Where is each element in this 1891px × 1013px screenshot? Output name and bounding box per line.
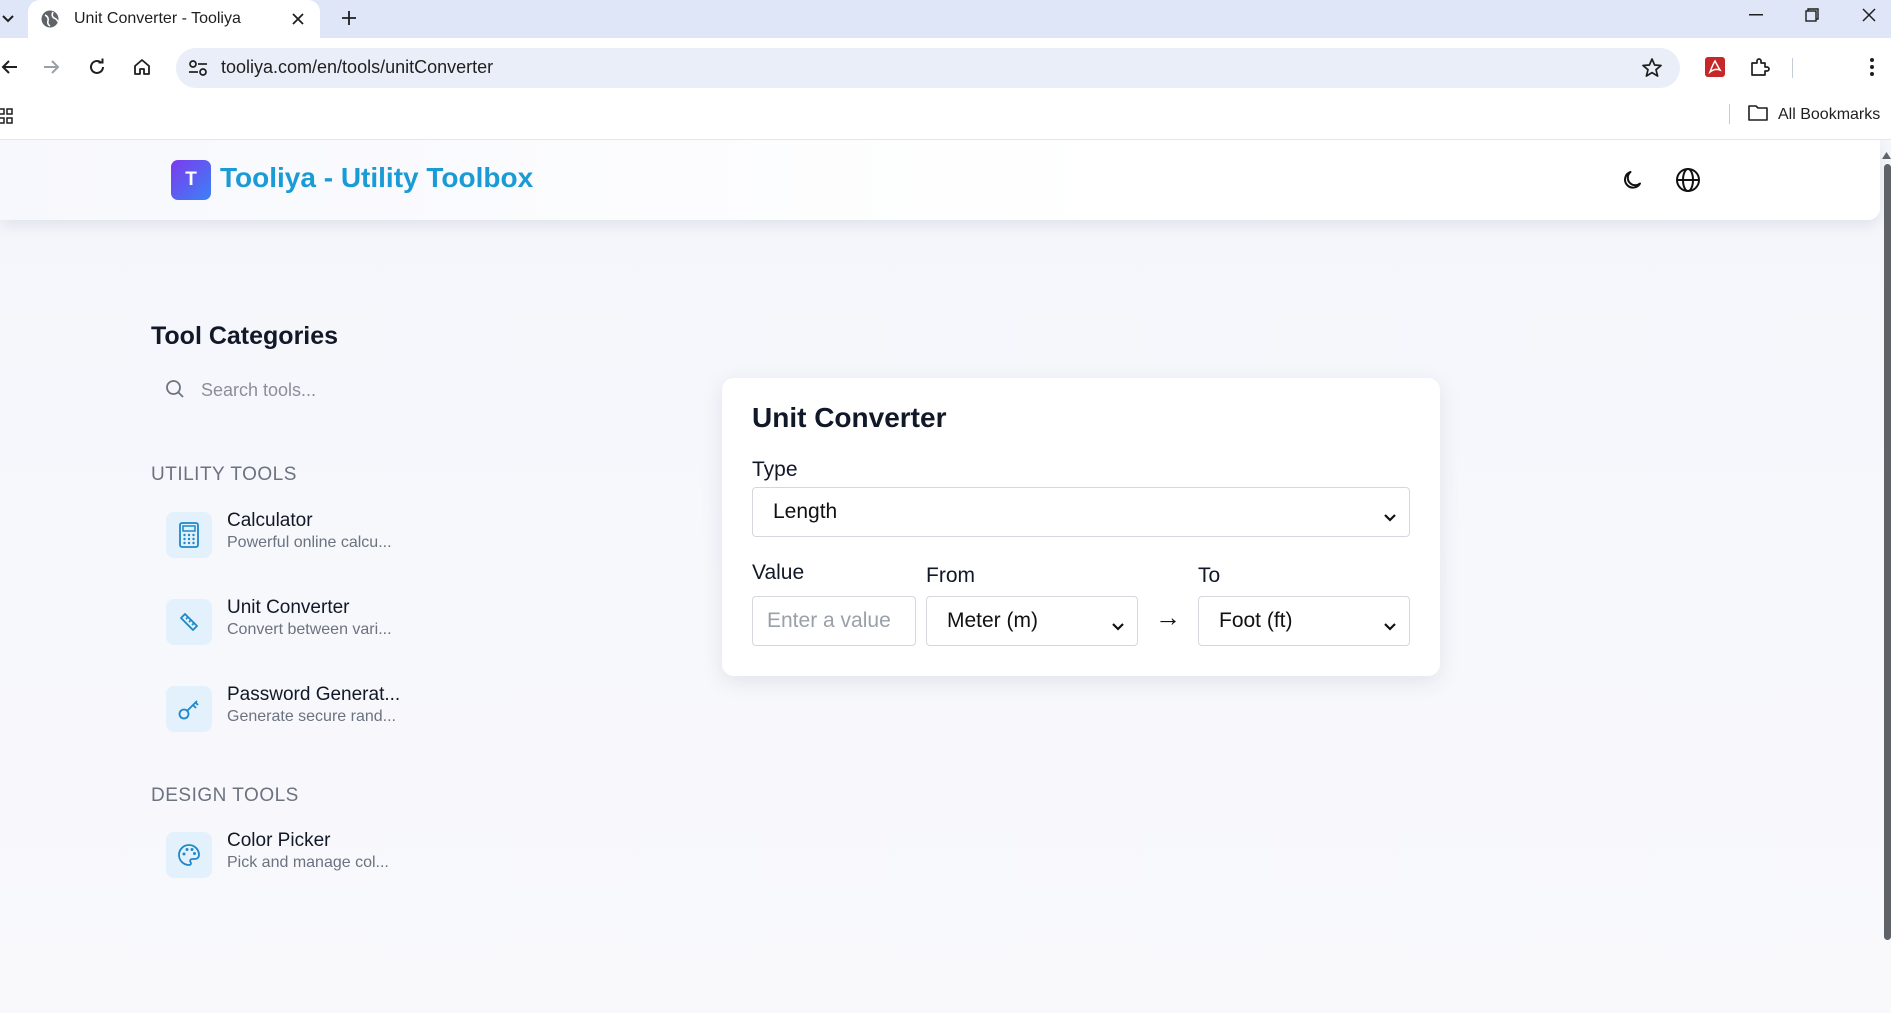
extensions-puzzle-icon[interactable] [1745,52,1775,82]
address-bar[interactable]: tooliya.com/en/tools/unitConverter [176,48,1680,88]
search-input[interactable] [201,379,431,401]
all-bookmarks-button[interactable]: All Bookmarks [1748,104,1880,126]
globe-icon [40,9,60,29]
from-unit-value: Meter (m) [947,609,1038,632]
toolbar-divider [1792,58,1793,78]
tool-description: Convert between vari... [227,621,392,638]
chevron-down-icon [1383,615,1399,631]
conversion-arrow: → [1155,602,1181,632]
tool-name: Calculator [227,510,313,531]
to-unit-value: Foot (ft) [1219,609,1293,632]
chevron-down-icon [1383,506,1399,522]
key-icon [166,686,212,732]
tool-description: Pick and manage col... [227,854,389,871]
bookmarks-divider [1729,104,1730,124]
sidebar-item-calculator[interactable]: Calculator Powerful online calcu... [166,506,406,562]
close-tab-icon[interactable] [288,9,308,29]
page-viewport: T Tooliya - Utility Toolbox Tool Categor… [0,140,1891,1013]
browser-tab-active[interactable]: Unit Converter - Tooliya [28,0,320,38]
browser-toolbar: tooliya.com/en/tools/unitConverter [0,38,1891,98]
tool-description: Generate secure rand... [227,708,396,725]
palette-icon [166,832,212,878]
ruler-icon [166,599,212,645]
tab-search-chevron-icon[interactable] [0,8,16,30]
bookmarks-bar [0,98,1891,140]
pdf-extension-icon[interactable] [1700,52,1730,82]
minimize-window-icon[interactable] [1734,0,1778,30]
close-window-icon[interactable] [1847,0,1891,30]
site-header: T Tooliya - Utility Toolbox [0,140,1880,220]
page-scrollbar-thumb[interactable] [1884,164,1891,940]
chevron-down-icon [1111,615,1127,631]
section-title-design: DESIGN TOOLS [151,785,299,806]
browser-tab-bar: Unit Converter - Tooliya [0,0,1891,38]
language-globe-icon[interactable] [1672,164,1704,196]
type-select[interactable]: Length [752,487,1410,537]
calculator-icon [166,512,212,558]
home-icon[interactable] [127,52,157,82]
tool-name: Unit Converter [227,597,350,618]
reload-icon[interactable] [82,52,112,82]
tool-description: Powerful online calcu... [227,534,392,551]
sidebar-item-password-generator[interactable]: Password Generat... Generate secure rand… [166,680,406,736]
restore-window-icon[interactable] [1790,0,1834,30]
apps-grid-icon[interactable] [0,108,16,128]
to-label: To [1198,564,1221,587]
to-unit-select[interactable]: Foot (ft) [1198,596,1410,646]
dark-mode-moon-icon[interactable] [1617,164,1649,196]
url-text: tooliya.com/en/tools/unitConverter [221,57,494,77]
from-label: From [926,564,975,587]
type-label: Type [752,458,798,481]
new-tab-plus-icon[interactable] [334,3,364,33]
site-title[interactable]: Tooliya - Utility Toolbox [220,162,533,194]
browser-menu-kebab-icon[interactable] [1857,52,1887,82]
scroll-up-arrow-icon[interactable] [1882,146,1891,159]
sidebar-item-unit-converter[interactable]: Unit Converter Convert between vari... [166,593,406,649]
bookmark-star-icon[interactable] [1640,56,1664,80]
converter-title: Unit Converter [752,402,947,433]
sidebar-title: Tool Categories [151,322,339,350]
search-icon [165,379,187,401]
sidebar-item-color-picker[interactable]: Color Picker Pick and manage col... [166,826,406,882]
tab-title: Unit Converter - Tooliya [74,10,241,27]
all-bookmarks-label: All Bookmarks [1778,106,1881,123]
type-select-value: Length [773,500,838,523]
value-input[interactable] [752,596,916,646]
logo-badge[interactable]: T [171,160,211,200]
tool-name: Password Generat... [227,684,401,705]
section-title-utility: UTILITY TOOLS [151,464,297,485]
value-label: Value [752,561,805,584]
unit-converter-card: Unit Converter Type Length Value From Me… [722,378,1440,676]
site-settings-icon[interactable] [186,56,210,80]
back-arrow-icon[interactable] [0,52,24,82]
folder-icon [1748,104,1768,126]
tool-search-box[interactable] [151,372,451,408]
tool-name: Color Picker [227,830,331,851]
from-unit-select[interactable]: Meter (m) [926,596,1138,646]
forward-arrow-icon[interactable] [37,52,67,82]
